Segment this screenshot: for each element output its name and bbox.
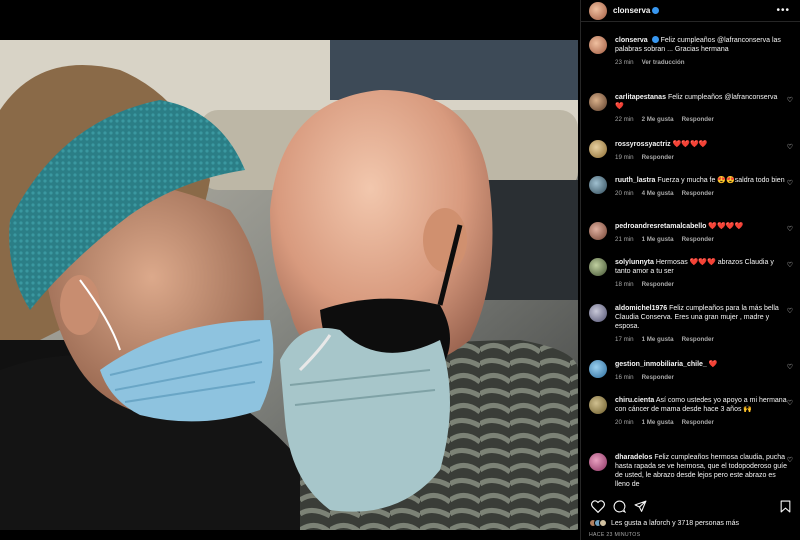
author-username[interactable]: clonserva — [613, 6, 650, 15]
comment-username[interactable]: aldomichel1976 — [615, 305, 667, 312]
like-comment-heart-icon[interactable]: ♡ — [787, 456, 793, 464]
commenter-avatar[interactable] — [589, 453, 607, 471]
comment-item: chiru.cienta Así como ustedes yo apoyo a… — [581, 396, 800, 426]
reply-button[interactable]: Responder — [682, 419, 714, 426]
comment-username[interactable]: rossyrossyactriz — [615, 141, 671, 148]
comment-likes[interactable]: 4 Me gusta — [642, 190, 674, 197]
comment-time: 20 min — [615, 190, 634, 197]
commenter-avatar[interactable] — [589, 258, 607, 276]
like-comment-heart-icon[interactable]: ♡ — [787, 179, 793, 187]
post-time-ago: HACE 23 MINUTOS — [589, 532, 641, 538]
comment-time: 23 min — [615, 59, 634, 66]
post-actions-bar — [581, 498, 800, 514]
comment-username[interactable]: chiru.cienta — [615, 397, 654, 404]
reply-button[interactable]: Responder — [682, 336, 714, 343]
comment-username[interactable]: carlitapestanas — [615, 94, 666, 101]
like-comment-heart-icon[interactable]: ♡ — [787, 307, 793, 315]
reply-button[interactable]: Responder — [682, 190, 714, 197]
commenter-avatar[interactable] — [589, 176, 607, 194]
verified-badge-icon — [651, 36, 659, 43]
comment-item: dharadelos Feliz cumpleaños hermosa clau… — [581, 453, 800, 489]
reply-button[interactable]: Responder — [682, 236, 714, 243]
comment-username[interactable]: dharadelos — [615, 454, 652, 461]
post-photo[interactable] — [0, 40, 578, 530]
comment-likes[interactable]: 1 Me gusta — [642, 419, 674, 426]
likes-summary[interactable]: Les gusta a laforch y 3718 personas más — [589, 519, 739, 527]
comment-username[interactable]: solylunnyta — [615, 259, 654, 266]
reply-button[interactable]: Responder — [642, 374, 674, 381]
comment-item: ruuth_lastra Fuerza y mucha fe 😍😍saldra … — [581, 176, 800, 197]
photo-pane — [0, 0, 578, 540]
comment-text: ❤️❤️❤️❤️ — [708, 223, 744, 230]
comment-time: 18 min — [615, 281, 634, 288]
reply-button[interactable]: Responder — [682, 116, 714, 123]
comment-bubble-icon[interactable] — [613, 500, 626, 513]
likes-text: Les gusta a laforch y 3718 personas más — [611, 519, 740, 527]
save-bookmark-icon[interactable] — [780, 500, 791, 513]
like-comment-heart-icon[interactable]: ♡ — [787, 96, 793, 104]
comment-item: rossyrossyactriz ❤️❤️❤️❤️ 19 min Responde… — [581, 140, 800, 161]
commenter-avatar[interactable] — [589, 304, 607, 322]
comment-text: Fuerza y mucha fe 😍😍saldra todo bien — [657, 177, 785, 184]
see-translation-link[interactable]: Ver traducción — [642, 59, 685, 66]
comment-username[interactable]: ruuth_lastra — [615, 177, 655, 184]
like-comment-heart-icon[interactable]: ♡ — [787, 261, 793, 269]
comment-time: 21 min — [615, 236, 634, 243]
like-comment-heart-icon[interactable]: ♡ — [787, 225, 793, 233]
comment-item: solylunnyta Hermosas ❤️❤️❤️ abrazos Clau… — [581, 258, 800, 288]
comments-list: clonserva Feliz cumpleaños @lafranconser… — [581, 30, 800, 490]
reply-button[interactable]: Responder — [642, 281, 674, 288]
like-comment-heart-icon[interactable]: ♡ — [787, 143, 793, 151]
comment-username[interactable]: pedroandresretamalcabello — [615, 223, 706, 230]
comments-panel: clonserva ••• clonserva Feliz cumpleaños… — [580, 0, 800, 540]
like-comment-heart-icon[interactable]: ♡ — [787, 399, 793, 407]
comment-item: gestion_inmobiliaria_chile_ ❤️ 16 min Res… — [581, 360, 800, 381]
reply-button[interactable]: Responder — [642, 154, 674, 161]
comment-item: carlitapestanas Feliz cumpleaños @lafran… — [581, 93, 800, 123]
comment-time: 19 min — [615, 154, 634, 161]
commenter-avatar[interactable] — [589, 396, 607, 414]
post-photo-illustration — [0, 40, 578, 530]
comment-item: aldomichel1976 Feliz cumpleaños para la … — [581, 304, 800, 343]
comment-time: 22 min — [615, 116, 634, 123]
comment-item: clonserva Feliz cumpleaños @lafranconser… — [581, 36, 797, 66]
comment-username[interactable]: clonserva — [615, 37, 648, 44]
comment-likes[interactable]: 2 Me gusta — [642, 116, 674, 123]
more-options-icon[interactable]: ••• — [776, 5, 790, 16]
like-comment-heart-icon[interactable]: ♡ — [787, 363, 793, 371]
share-send-icon[interactable] — [634, 500, 647, 513]
comment-username[interactable]: gestion_inmobiliaria_chile_ — [615, 361, 707, 368]
commenter-avatar[interactable] — [589, 222, 607, 240]
comment-time: 16 min — [615, 374, 634, 381]
comment-text: ❤️ — [708, 361, 718, 368]
commenter-avatar[interactable] — [589, 360, 607, 378]
commenter-avatar[interactable] — [589, 140, 607, 158]
commenter-avatar[interactable] — [589, 93, 607, 111]
liker-avatar — [599, 519, 607, 527]
comment-text: ❤️❤️❤️❤️ — [672, 141, 708, 148]
comment-time: 17 min — [615, 336, 634, 343]
like-heart-icon[interactable] — [591, 499, 605, 513]
author-avatar[interactable] — [589, 1, 607, 20]
comment-time: 20 min — [615, 419, 634, 426]
commenter-avatar[interactable] — [589, 36, 607, 54]
verified-badge-icon — [652, 7, 660, 14]
comment-likes[interactable]: 1 Me gusta — [642, 336, 674, 343]
comment-item: pedroandresretamalcabello ❤️❤️❤️❤️ 21 mi… — [581, 222, 800, 243]
post-header: clonserva ••• — [581, 0, 800, 22]
comment-likes[interactable]: 1 Me gusta — [642, 236, 674, 243]
